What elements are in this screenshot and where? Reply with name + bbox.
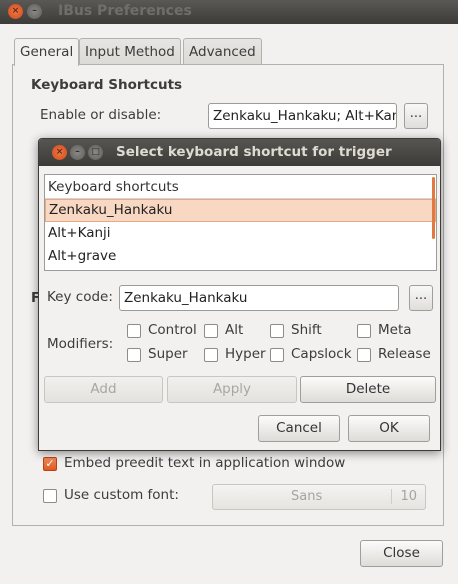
dialog-maximize-button[interactable]: □	[88, 145, 103, 160]
modifier-control-checkbox[interactable]	[127, 324, 141, 338]
close-button[interactable]: Close	[360, 540, 443, 567]
list-header[interactable]: Keyboard shortcuts	[45, 175, 436, 199]
modifier-release-label: Release	[378, 346, 431, 362]
enable-disable-label: Enable or disable:	[40, 107, 162, 123]
modifier-release-checkbox[interactable]	[357, 348, 371, 362]
font-picker-button[interactable]: Sans 10	[212, 484, 426, 510]
modifier-control-label: Control	[148, 322, 197, 338]
tab-general[interactable]: General	[14, 38, 80, 66]
dialog-minimize-button[interactable]: –	[70, 145, 85, 160]
tab-advanced[interactable]: Advanced	[183, 38, 262, 65]
dialog-title: Select keyboard shortcut for trigger	[116, 144, 392, 160]
shortcut-list[interactable]: Keyboard shortcuts Zenkaku_Hankaku Alt+K…	[44, 174, 437, 271]
keycode-browse-button[interactable]: ...	[409, 285, 433, 311]
list-item[interactable]: Alt+grave	[45, 245, 436, 268]
embed-preedit-label: Embed preedit text in application window	[64, 455, 346, 471]
list-item-selected[interactable]: Zenkaku_Hankaku	[45, 199, 436, 222]
list-item[interactable]: Alt+Kanji	[45, 222, 436, 245]
modifier-alt-label: Alt	[225, 322, 244, 338]
close-icon: ×	[11, 6, 20, 16]
maximize-icon: □	[91, 147, 100, 157]
modifier-meta-label: Meta	[378, 322, 412, 338]
window-titlebar[interactable]: × – IBus Preferences	[0, 0, 458, 24]
delete-button[interactable]: Delete	[300, 376, 436, 403]
modifier-super-label: Super	[148, 346, 188, 362]
modifier-capslock-checkbox[interactable]	[270, 348, 284, 362]
modifier-super-checkbox[interactable]	[127, 348, 141, 362]
keycode-field[interactable]: Zenkaku_Hankaku	[119, 285, 399, 311]
modifier-shift-checkbox[interactable]	[270, 324, 284, 338]
ok-button[interactable]: OK	[348, 415, 430, 442]
keycode-label: Key code:	[47, 289, 113, 305]
keyboard-shortcuts-heading: Keyboard Shortcuts	[31, 77, 183, 93]
dialog-titlebar[interactable]: × – □ Select keyboard shortcut for trigg…	[39, 139, 440, 166]
modifier-hyper-checkbox[interactable]	[204, 348, 218, 362]
close-icon: ×	[55, 147, 64, 157]
add-button[interactable]: Add	[44, 376, 163, 403]
embed-preedit-checkbox[interactable]: ✓	[43, 457, 57, 471]
minimize-icon: –	[75, 147, 80, 157]
window-minimize-button[interactable]: –	[27, 4, 42, 19]
apply-button[interactable]: Apply	[167, 376, 297, 403]
modifier-shift-label: Shift	[291, 322, 322, 338]
window-title: IBus Preferences	[58, 3, 192, 19]
modifier-meta-checkbox[interactable]	[357, 324, 371, 338]
window-close-button[interactable]: ×	[8, 4, 23, 19]
custom-font-checkbox[interactable]	[43, 489, 57, 503]
dialog-close-button[interactable]: ×	[52, 145, 67, 160]
minimize-icon: –	[32, 6, 37, 16]
custom-font-label: Use custom font:	[64, 487, 179, 503]
font-size: 10	[391, 489, 417, 504]
enable-disable-browse-button[interactable]: ...	[404, 103, 428, 129]
modifier-alt-checkbox[interactable]	[204, 324, 218, 338]
cancel-button[interactable]: Cancel	[258, 415, 340, 442]
font-name: Sans	[291, 489, 323, 504]
enable-disable-shortcut-field[interactable]: Zenkaku_Hankaku; Alt+Kanji	[208, 103, 397, 129]
list-scrollbar[interactable]	[432, 177, 435, 239]
modifier-hyper-label: Hyper	[225, 346, 266, 362]
tab-input-method[interactable]: Input Method	[79, 38, 181, 65]
shortcut-dialog: × – □ Select keyboard shortcut for trigg…	[38, 138, 441, 451]
modifier-capslock-label: Capslock	[291, 346, 352, 362]
modifiers-label: Modifiers:	[47, 336, 114, 352]
